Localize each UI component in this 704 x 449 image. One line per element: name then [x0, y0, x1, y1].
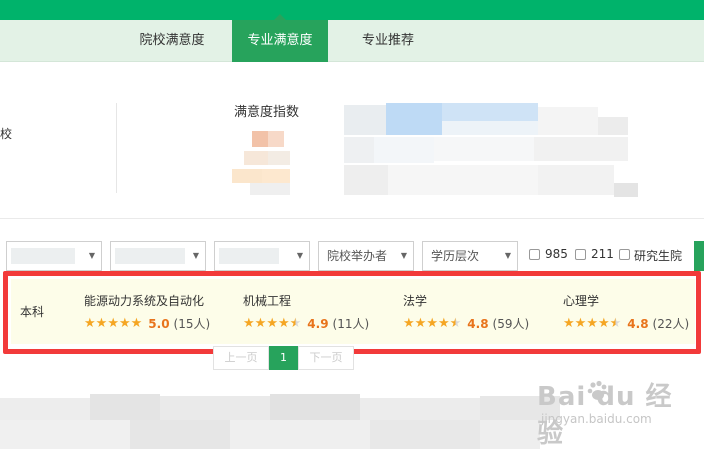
- filter-select-1[interactable]: ▼: [6, 241, 102, 271]
- tab-major-recommend[interactable]: 专业推荐: [340, 20, 436, 62]
- top-header-bar: [0, 0, 704, 20]
- blurred-score-image: [228, 125, 308, 195]
- checkbox-211[interactable]: [575, 249, 586, 260]
- tab-bar: 院校满意度 专业满意度 专业推荐: [0, 14, 704, 62]
- vertical-divider: [116, 103, 117, 193]
- school-name-fragment: 校: [0, 127, 13, 141]
- summary-panel: 校 满意度指数: [0, 63, 704, 219]
- page: 院校满意度 专业满意度 专业推荐 校 满意度指数 ▼ ▼ ▼ 院校举办者 ▼ 学…: [0, 0, 704, 449]
- current-page-button[interactable]: 1: [269, 346, 298, 370]
- tab-major-satisfaction[interactable]: 专业满意度: [232, 14, 328, 62]
- baidu-jingyan-watermark: Bai du 经验 jingyan.baidu.com: [537, 376, 697, 449]
- watermark-url: jingyan.baidu.com: [541, 412, 652, 426]
- filter-select-organizer[interactable]: 院校举办者 ▼: [318, 241, 414, 271]
- checkbox-graduate-school[interactable]: [619, 249, 630, 260]
- filter-select-2[interactable]: ▼: [110, 241, 206, 271]
- filter-bar: ▼ ▼ ▼ 院校举办者 ▼ 学历层次 ▼ 985 211 研究生院: [0, 241, 704, 271]
- filter-select-3[interactable]: ▼: [214, 241, 310, 271]
- dropdown-arrow-icon: ▼: [296, 251, 303, 260]
- checkbox-label-graduate-school: 研究生院: [634, 249, 683, 263]
- dropdown-arrow-icon: ▼: [88, 251, 95, 260]
- dropdown-arrow-icon: ▼: [192, 251, 199, 260]
- dropdown-arrow-icon: ▼: [504, 251, 511, 260]
- next-page-button[interactable]: 下一页: [298, 346, 354, 370]
- checkbox-label-211: 211: [591, 247, 614, 261]
- search-button[interactable]: [694, 241, 704, 271]
- checkbox-985[interactable]: [529, 249, 540, 260]
- paw-icon: [587, 380, 607, 400]
- checkbox-label-985: 985: [545, 247, 568, 261]
- satisfaction-index-title: 满意度指数: [234, 105, 300, 120]
- highlight-annotation-frame: [3, 271, 701, 354]
- blurred-chart-image: [344, 101, 644, 201]
- tab-school-satisfaction[interactable]: 院校满意度: [124, 20, 220, 62]
- filter-select-education-level[interactable]: 学历层次 ▼: [422, 241, 518, 271]
- dropdown-arrow-icon: ▼: [400, 251, 407, 260]
- prev-page-button[interactable]: 上一页: [213, 346, 269, 370]
